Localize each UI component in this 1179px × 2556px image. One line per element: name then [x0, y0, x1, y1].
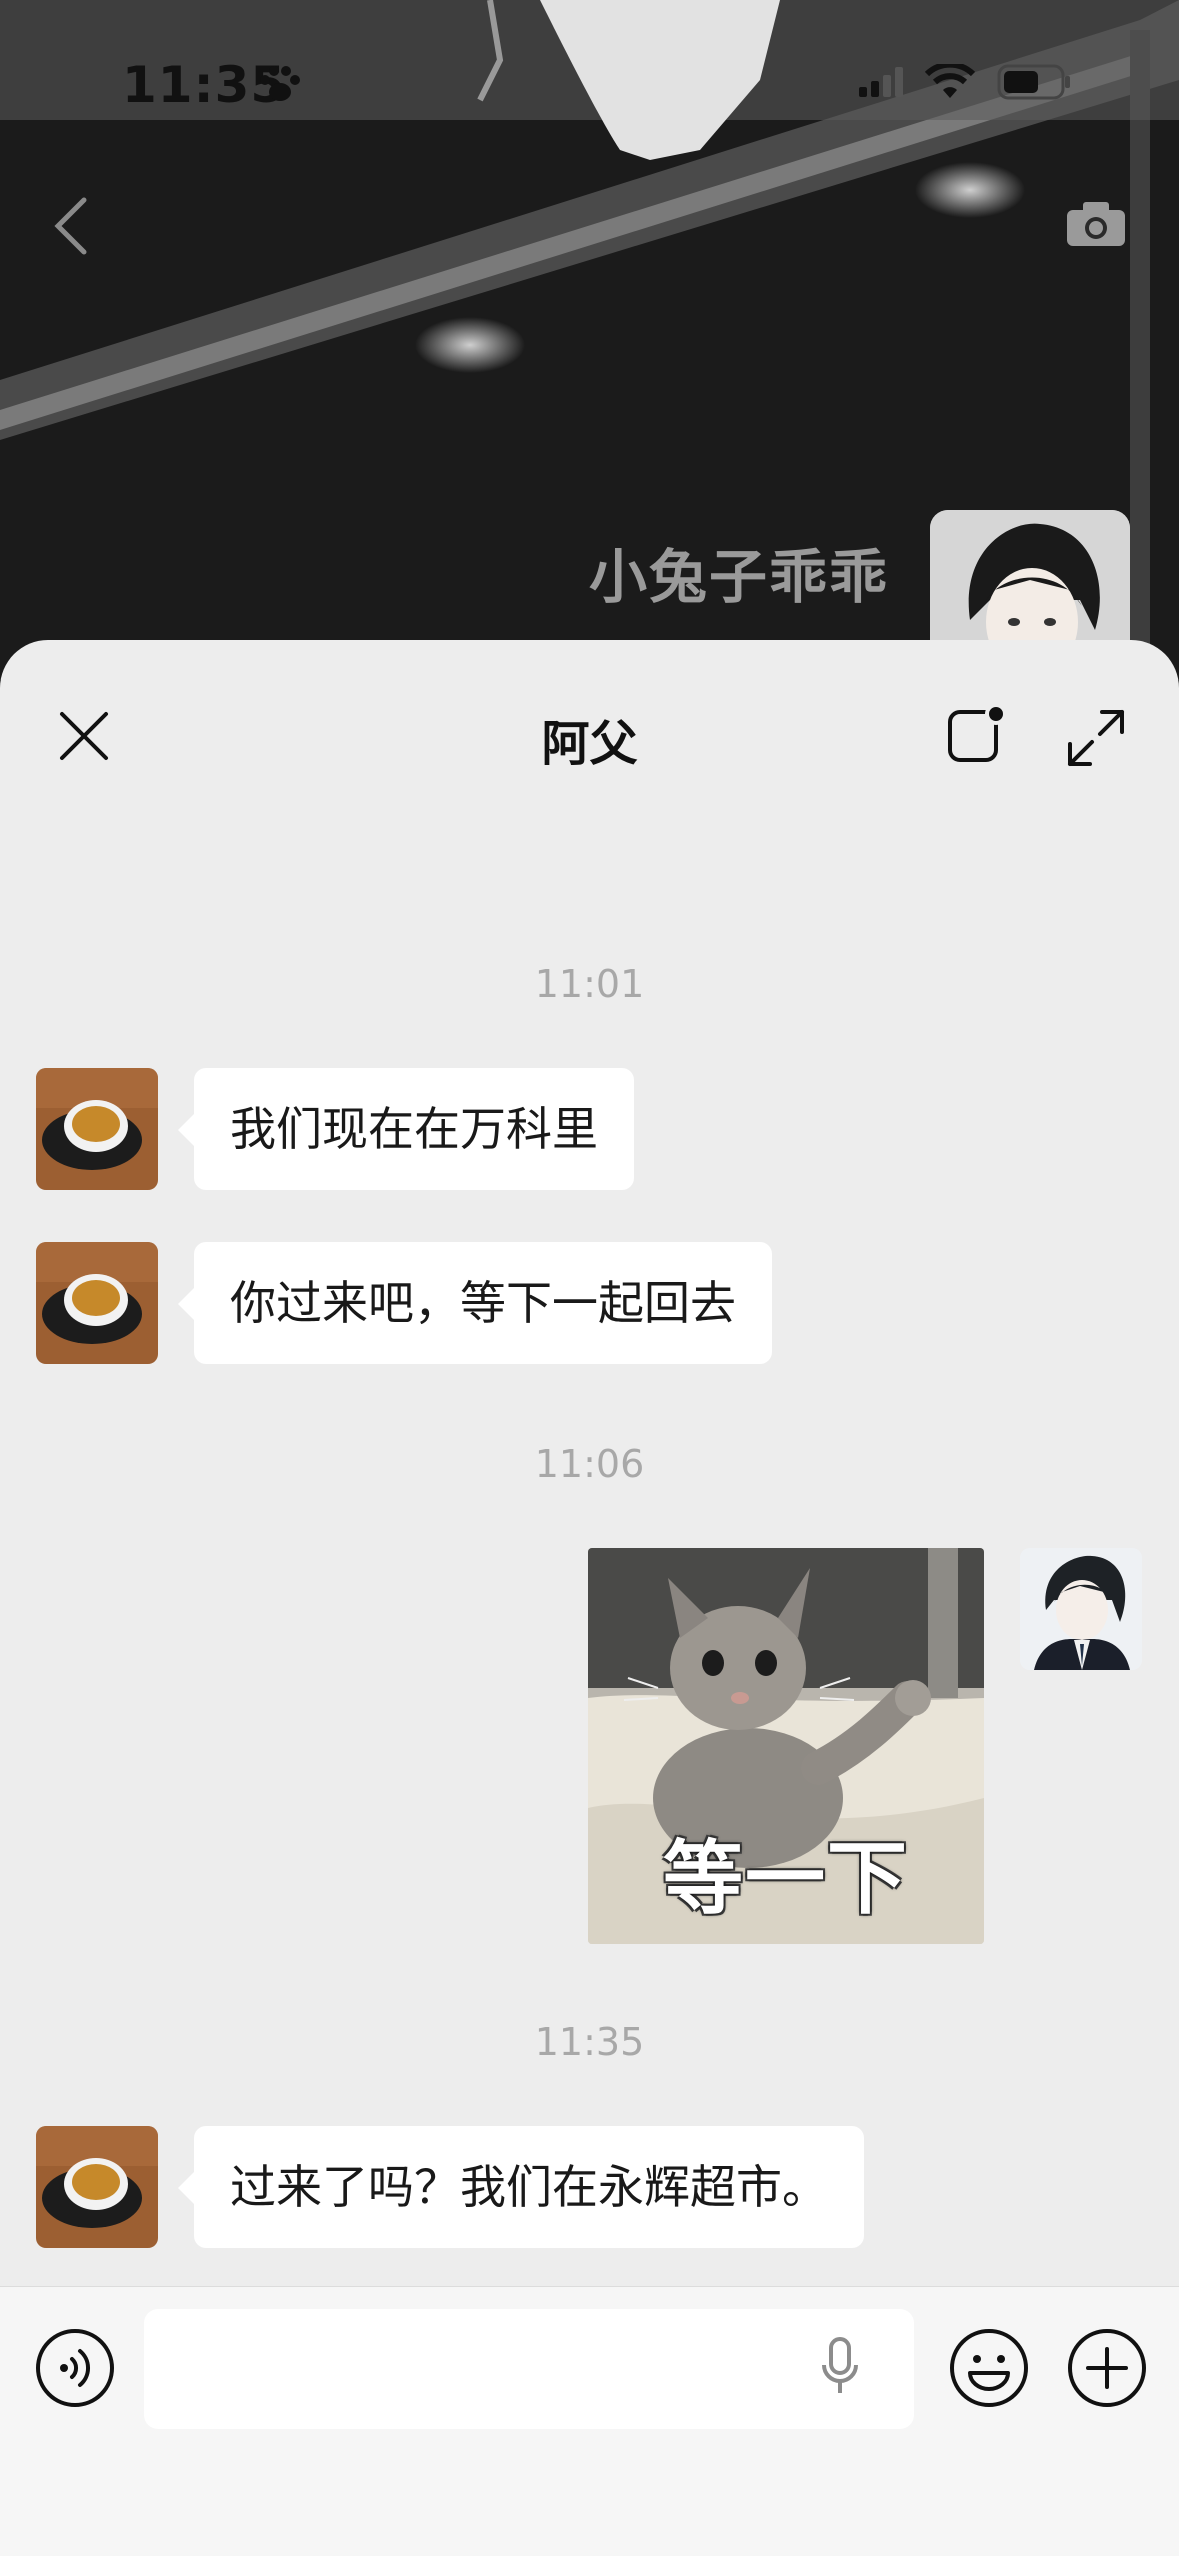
message-input[interactable] — [144, 2309, 914, 2429]
contact-avatar[interactable] — [36, 1068, 158, 1190]
chat-sheet: 阿父 11:01 我们现在在万科里 你过来吧，等下一起回去 11:06 等一下 … — [0, 640, 1179, 2556]
message-row: 过来了吗？我们在永辉超市。 — [36, 2126, 864, 2248]
message-bubble[interactable]: 过来了吗？我们在永辉超市。 — [178, 2126, 864, 2248]
message-row: 你过来吧，等下一起回去 — [36, 1242, 772, 1364]
avatar-illustration — [1020, 1548, 1142, 1670]
contact-avatar[interactable] — [36, 2126, 158, 2248]
chat-nav-bar: 阿父 — [0, 640, 1179, 830]
sticker-message[interactable]: 等一下 — [588, 1548, 984, 1944]
message-timestamp: 11:06 — [534, 1442, 645, 1486]
message-timestamp: 11:35 — [534, 2020, 645, 2064]
contact-avatar[interactable] — [36, 1242, 158, 1364]
note-icon[interactable] — [946, 702, 1010, 766]
voice-icon[interactable] — [34, 2327, 116, 2409]
tea-cup-image — [36, 2126, 158, 2248]
battery-icon — [997, 64, 1070, 100]
emoji-icon[interactable] — [948, 2327, 1030, 2409]
wifi-icon — [925, 64, 975, 98]
message-row: 我们现在在万科里 — [36, 1068, 634, 1190]
system-status-icons — [859, 64, 1071, 100]
expand-icon[interactable] — [1066, 708, 1126, 768]
message-timestamp: 11:01 — [534, 962, 645, 1006]
my-avatar[interactable] — [1020, 1548, 1142, 1670]
profile-cover: 11:35 小兔子乖乖 — [0, 0, 1179, 680]
tea-cup-image — [36, 1242, 158, 1364]
message-bubble[interactable]: 你过来吧，等下一起回去 — [178, 1242, 772, 1364]
paw-icon — [260, 66, 300, 101]
camera-icon[interactable] — [1065, 200, 1127, 248]
sticker-caption: 等一下 — [663, 1832, 909, 1925]
input-bar — [0, 2286, 1179, 2556]
mic-icon[interactable] — [820, 2335, 860, 2399]
chevron-left-icon[interactable] — [52, 196, 88, 256]
tea-cup-image — [36, 1068, 158, 1190]
signal-icon — [859, 67, 903, 97]
message-bubble[interactable]: 我们现在在万科里 — [178, 1068, 634, 1190]
plus-icon[interactable] — [1066, 2327, 1148, 2409]
profile-name: 小兔子乖乖 — [588, 543, 889, 611]
